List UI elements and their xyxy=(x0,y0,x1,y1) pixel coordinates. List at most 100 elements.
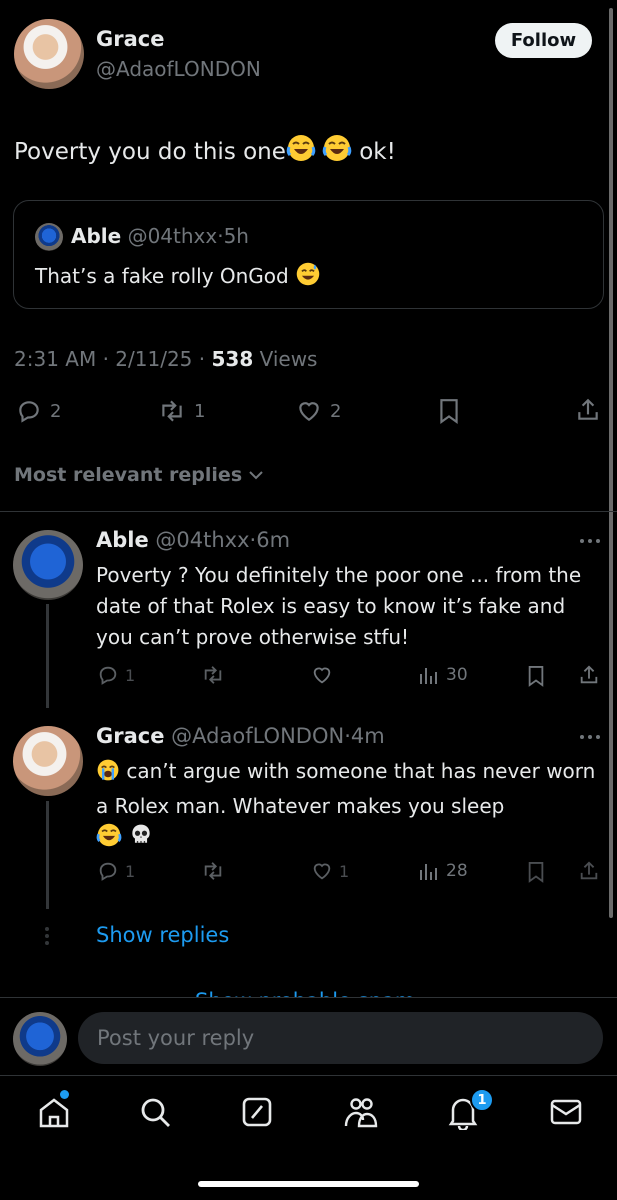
reply-action[interactable]: 1 xyxy=(97,860,135,882)
home-indicator xyxy=(198,1181,419,1187)
separator-dot: · xyxy=(344,724,351,748)
heart-icon[interactable] xyxy=(311,664,333,686)
reply-count: 1 xyxy=(125,665,136,685)
messages-icon[interactable] xyxy=(550,1098,582,1126)
author-avatar[interactable] xyxy=(14,19,84,89)
share-icon[interactable] xyxy=(578,663,600,687)
separator-dot: · xyxy=(198,347,206,371)
like-count: 1 xyxy=(339,861,350,881)
reply-action[interactable]: 2 xyxy=(16,398,61,424)
reply-icon xyxy=(97,664,119,686)
bookmark-icon[interactable] xyxy=(437,398,461,424)
laugh-cry-emoji-icon xyxy=(322,133,352,169)
reply-time: 4m xyxy=(350,724,385,748)
bookmark-icon[interactable] xyxy=(526,860,546,884)
reply-author-name[interactable]: Able xyxy=(96,528,149,552)
home-icon[interactable] xyxy=(37,1096,71,1130)
laugh-cry-emoji-icon xyxy=(286,133,316,169)
post-text: Poverty you do this one ok! xyxy=(14,133,396,169)
views-count: 538 xyxy=(211,347,254,371)
thread-line xyxy=(46,801,49,909)
author-handle[interactable]: @AdaofLONDON xyxy=(96,57,261,81)
reply-avatar[interactable] xyxy=(13,530,83,600)
quoted-author-handle: @04thxx xyxy=(127,224,218,248)
separator-dot: · xyxy=(102,347,109,371)
analytics-icon xyxy=(417,664,439,686)
views-action[interactable]: 30 xyxy=(417,664,468,686)
reply-author-handle[interactable]: @04thxx xyxy=(155,528,249,552)
composer-avatar xyxy=(13,1012,67,1066)
notification-badge: 1 xyxy=(470,1088,494,1112)
quoted-author-avatar xyxy=(35,223,63,251)
search-icon[interactable] xyxy=(139,1096,171,1130)
show-probable-spam-link[interactable]: Show probable spam xyxy=(195,989,415,997)
reply-text-body: can’t argue with someone that has never … xyxy=(96,759,596,818)
views-label: Views xyxy=(259,347,318,371)
reply-count: 2 xyxy=(50,400,62,422)
reply-author-name[interactable]: Grace xyxy=(96,724,164,748)
views-count: 28 xyxy=(446,861,468,881)
post-date: 2/11/25 xyxy=(115,347,193,371)
follow-button-label: Follow xyxy=(510,30,577,51)
repost-icon[interactable] xyxy=(201,860,225,882)
post-time: 2:31 AM xyxy=(14,347,97,371)
vertical-dots-icon xyxy=(44,926,50,946)
sob-emoji-icon xyxy=(96,758,120,791)
post-meta: 2:31 AM · 2/11/25 · 538 Views xyxy=(14,347,317,371)
reply-sort-dropdown[interactable]: Most relevant replies xyxy=(14,464,265,486)
quoted-post-card[interactable]: Able @04thxx·5h That’s a fake rolly OnGo… xyxy=(13,200,604,309)
chevron-down-icon xyxy=(247,466,265,484)
grok-icon[interactable] xyxy=(241,1096,273,1128)
views-action[interactable]: 28 xyxy=(417,860,468,882)
heart-icon xyxy=(296,398,322,424)
reply-text: can’t argue with someone that has never … xyxy=(96,756,596,857)
share-icon[interactable] xyxy=(575,397,601,423)
reply-icon xyxy=(97,860,119,882)
scrollbar[interactable] xyxy=(609,8,613,918)
sweat-smile-emoji-icon xyxy=(295,261,321,292)
share-icon[interactable] xyxy=(578,859,600,883)
notification-count: 1 xyxy=(477,1092,487,1108)
repost-icon xyxy=(158,398,186,424)
like-action[interactable]: 1 xyxy=(311,860,349,882)
more-options-icon[interactable] xyxy=(578,534,602,548)
reply-action[interactable]: 1 xyxy=(97,664,135,686)
post-text-suffix: ok! xyxy=(351,139,396,165)
show-replies-link[interactable]: Show replies xyxy=(96,923,229,947)
like-action[interactable]: 2 xyxy=(296,398,341,424)
author-name[interactable]: Grace xyxy=(96,27,164,51)
views-count: 30 xyxy=(446,665,468,685)
reply-input[interactable]: Post your reply xyxy=(78,1012,603,1064)
reply-avatar[interactable] xyxy=(13,726,83,796)
skull-emoji-icon xyxy=(128,822,154,857)
reply-header: Able @04thxx·6m xyxy=(96,528,290,552)
bookmark-icon[interactable] xyxy=(526,664,546,688)
communities-icon[interactable] xyxy=(343,1096,379,1130)
follow-button[interactable]: Follow xyxy=(495,23,592,58)
repost-action[interactable]: 1 xyxy=(158,398,205,424)
repost-icon[interactable] xyxy=(201,664,225,686)
reply-icon xyxy=(16,398,42,424)
show-more-clip: Show probable spam xyxy=(0,985,617,997)
reply-text: Poverty ? You definitely the poor one ..… xyxy=(96,563,582,649)
home-dot xyxy=(60,1090,69,1099)
analytics-icon xyxy=(417,860,439,882)
reply-header: Grace @AdaofLONDON·4m xyxy=(96,724,385,748)
quoted-author-line: Able @04thxx·5h xyxy=(71,224,249,248)
reply-sort-label: Most relevant replies xyxy=(14,464,243,486)
quoted-author-name: Able xyxy=(71,224,122,248)
laugh-cry-emoji-icon xyxy=(96,822,122,857)
heart-icon xyxy=(311,860,333,882)
quoted-time: 5h xyxy=(223,224,249,248)
bottom-nav: 1 xyxy=(0,1076,617,1200)
quoted-text: That’s a fake rolly OnGod xyxy=(35,261,321,292)
divider xyxy=(0,511,617,512)
reply-author-handle[interactable]: @AdaofLONDON xyxy=(171,724,344,748)
reply-count: 1 xyxy=(125,861,136,881)
quoted-text-body: That’s a fake rolly OnGod xyxy=(35,264,296,288)
like-count: 2 xyxy=(330,400,342,422)
divider xyxy=(0,997,617,998)
more-options-icon[interactable] xyxy=(578,730,602,744)
reply-input-placeholder: Post your reply xyxy=(97,1026,255,1050)
thread-line xyxy=(46,604,49,708)
